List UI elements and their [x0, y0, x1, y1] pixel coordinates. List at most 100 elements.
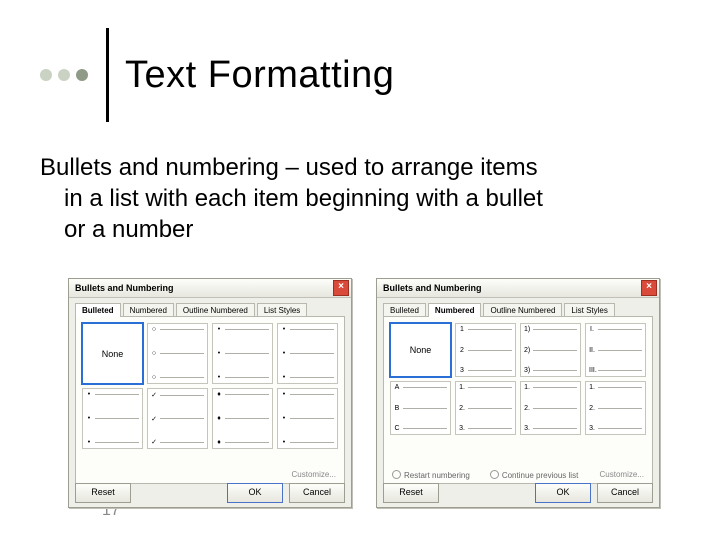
- style-tile[interactable]: •••: [82, 388, 143, 449]
- style-tile[interactable]: ✓ ✓ ✓: [147, 388, 208, 449]
- tile-marker: 2.: [589, 405, 595, 412]
- tile-line: [403, 387, 447, 388]
- style-tile[interactable]: 1. 2. 3.: [585, 381, 646, 435]
- tile-row: ♦: [216, 439, 269, 446]
- tile-line: [160, 353, 204, 354]
- tile-row: 1): [524, 326, 577, 333]
- tile-marker: ○: [151, 350, 157, 357]
- tile-line: [290, 418, 334, 419]
- cancel-button[interactable]: Cancel: [289, 483, 345, 503]
- tile-row: ✓: [151, 415, 204, 423]
- tile-marker: ♦: [216, 391, 222, 398]
- tab-panel: None1231)2)3)I.II.III.ABC1.2.3.1.2.3.1.2…: [383, 316, 653, 484]
- close-icon[interactable]: ×: [333, 280, 349, 296]
- tile-marker: •: [281, 350, 287, 357]
- tab-outline-numbered[interactable]: Outline Numbered: [483, 303, 562, 317]
- tile-row: III.: [589, 367, 642, 374]
- tile-marker: •: [281, 439, 287, 446]
- tile-row: ♦: [216, 391, 269, 398]
- tile-line: [290, 442, 334, 443]
- tile-line: [598, 428, 642, 429]
- tile-row: 2.: [459, 405, 512, 412]
- tile-row: ✓: [151, 391, 204, 399]
- tab-list-styles[interactable]: List Styles: [257, 303, 307, 317]
- cancel-button[interactable]: Cancel: [597, 483, 653, 503]
- style-tile[interactable]: •••: [277, 388, 338, 449]
- tile-row: •: [216, 374, 269, 381]
- restart-numbering-radio[interactable]: Restart numbering: [392, 470, 470, 480]
- tile-row: II.: [589, 347, 642, 354]
- style-tile[interactable]: None: [82, 323, 143, 384]
- tile-line: [160, 395, 204, 396]
- tile-marker: 3.: [459, 425, 465, 432]
- dot-icon: [40, 69, 52, 81]
- tile-row: 2.: [524, 405, 577, 412]
- tile-marker: •: [86, 439, 92, 446]
- tile-row: ♦: [216, 415, 269, 422]
- tile-row: B: [394, 405, 447, 412]
- tab-outline-numbered[interactable]: Outline Numbered: [176, 303, 255, 317]
- style-tile[interactable]: •••: [212, 323, 273, 384]
- tab-bulleted[interactable]: Bulleted: [383, 303, 426, 317]
- customize-link[interactable]: Customize...: [600, 470, 644, 479]
- none-tile-label: None: [102, 349, 124, 359]
- style-tile[interactable]: 1) 2) 3): [520, 323, 581, 377]
- tab-panel: None○○○•••••••••✓✓✓♦♦♦••• Customize...: [75, 316, 345, 484]
- tab-numbered[interactable]: Numbered: [428, 303, 482, 317]
- body-line: Bullets and numbering – used to arrange …: [40, 154, 538, 181]
- tile-row: 3.: [589, 425, 642, 432]
- tile-row: A: [394, 384, 447, 391]
- tab-numbered[interactable]: Numbered: [123, 303, 174, 317]
- tile-marker: II.: [589, 347, 595, 354]
- ok-button[interactable]: OK: [535, 483, 591, 503]
- tile-row: 3.: [524, 425, 577, 432]
- tile-marker: •: [216, 350, 222, 357]
- tile-marker: 1.: [524, 384, 530, 391]
- style-tile[interactable]: None: [390, 323, 451, 377]
- tile-marker: •: [86, 391, 92, 398]
- tile-row: •: [281, 391, 334, 398]
- tile-row: ○: [151, 350, 204, 357]
- tile-row: 2.: [589, 405, 642, 412]
- style-tile[interactable]: 123: [455, 323, 516, 377]
- close-icon[interactable]: ×: [641, 280, 657, 296]
- tile-row: 2): [524, 347, 577, 354]
- style-tile[interactable]: • • •: [277, 323, 338, 384]
- style-tile[interactable]: A B C: [390, 381, 451, 435]
- tile-marker: 3): [524, 367, 530, 374]
- style-tile[interactable]: ○ ○ ○: [147, 323, 208, 384]
- continue-previous-radio[interactable]: Continue previous list: [490, 470, 578, 480]
- tile-line: [598, 350, 642, 351]
- tile-row: 1: [459, 326, 512, 333]
- tile-row: C: [394, 425, 447, 432]
- tile-marker: 2: [459, 347, 465, 354]
- style-grid: None1231)2)3)I.II.III.ABC1.2.3.1.2.3.1.2…: [390, 323, 646, 435]
- tile-line: [533, 329, 577, 330]
- tile-line: [290, 353, 334, 354]
- style-tile[interactable]: I.II.III.: [585, 323, 646, 377]
- style-tile[interactable]: ♦ ♦ ♦: [212, 388, 273, 449]
- tile-line: [225, 329, 269, 330]
- tile-marker: 2.: [459, 405, 465, 412]
- tile-line: [598, 408, 642, 409]
- tile-line: [403, 428, 447, 429]
- reset-button[interactable]: Reset: [75, 483, 131, 503]
- tile-line: [468, 408, 512, 409]
- slide-title: Text Formatting: [125, 54, 394, 97]
- tab-bulleted[interactable]: Bulleted: [75, 303, 121, 317]
- tile-marker: ○: [151, 326, 157, 333]
- tab-list-styles[interactable]: List Styles: [564, 303, 614, 317]
- tile-line: [160, 442, 204, 443]
- tile-row: ○: [151, 374, 204, 381]
- tile-marker: 1.: [589, 384, 595, 391]
- style-tile[interactable]: 1. 2. 3.: [520, 381, 581, 435]
- tile-row: •: [86, 439, 139, 446]
- customize-link[interactable]: Customize...: [292, 470, 336, 479]
- style-tile[interactable]: 1.2.3.: [455, 381, 516, 435]
- tile-marker: •: [281, 326, 287, 333]
- ok-button[interactable]: OK: [227, 483, 283, 503]
- tile-marker: 1): [524, 326, 530, 333]
- tile-marker: •: [281, 374, 287, 381]
- reset-button[interactable]: Reset: [383, 483, 439, 503]
- tile-marker: ✓: [151, 438, 157, 446]
